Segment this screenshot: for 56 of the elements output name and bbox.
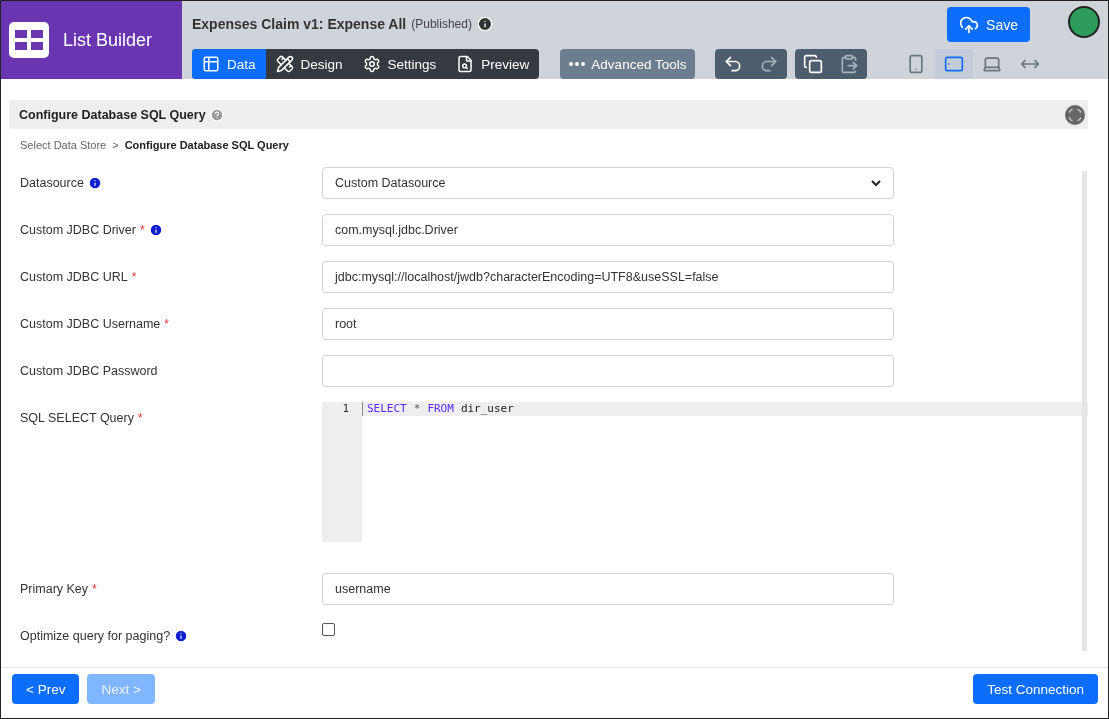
info-icon bbox=[148, 223, 163, 237]
status-label: (Published) bbox=[411, 17, 472, 31]
tab[interactable]: Preview bbox=[446, 49, 540, 79]
tab[interactable]: Settings bbox=[352, 49, 447, 79]
table-icon bbox=[202, 55, 220, 73]
field-label: Custom JDBC Driver bbox=[20, 223, 136, 237]
field-label: SQL SELECT Query bbox=[20, 411, 134, 425]
field-label: Custom JDBC Password bbox=[20, 364, 158, 378]
field-label: Datasource bbox=[20, 176, 84, 190]
code-editor[interactable]: 1 SELECT * FROM dir_user bbox=[322, 402, 1088, 542]
tab[interactable]: Design bbox=[265, 49, 353, 79]
field-label: Custom JDBC Username bbox=[20, 317, 161, 331]
test-connection-button[interactable]: Test Connection bbox=[973, 674, 1098, 704]
advanced-tools-button[interactable]: Advanced Tools bbox=[560, 49, 696, 79]
required-mark: * bbox=[140, 223, 145, 237]
page-title: Expenses Claim v1: Expense All bbox=[192, 16, 407, 32]
document-search-icon bbox=[456, 55, 475, 73]
input-field[interactable]: root bbox=[322, 308, 894, 340]
required-mark: * bbox=[164, 317, 169, 331]
required-mark: * bbox=[92, 582, 97, 596]
prev-button[interactable]: < Prev bbox=[12, 674, 80, 704]
fullscreen-icon[interactable] bbox=[1065, 104, 1085, 125]
breadcrumb-separator: > bbox=[112, 139, 119, 151]
tablet-view-icon[interactable] bbox=[935, 49, 974, 79]
required-mark: * bbox=[137, 411, 143, 425]
line-number: 1 bbox=[342, 402, 349, 416]
avatar[interactable] bbox=[1068, 6, 1100, 38]
info-icon bbox=[87, 176, 102, 190]
gear-icon bbox=[362, 55, 381, 73]
required-mark: * bbox=[131, 270, 137, 284]
field-label: Primary Key bbox=[20, 582, 89, 596]
tab[interactable]: Data bbox=[192, 49, 266, 79]
tab-label: Data bbox=[227, 56, 256, 72]
grid-logo-icon bbox=[9, 22, 49, 58]
datasource-select[interactable]: Custom Datasource bbox=[322, 167, 894, 199]
input-field[interactable]: com.mysql.jdbc.Driver bbox=[322, 214, 894, 246]
field-label: Custom JDBC URL bbox=[20, 270, 128, 284]
section-title: Configure Database SQL Query bbox=[19, 107, 206, 122]
info-icon bbox=[174, 629, 189, 643]
input-field[interactable]: jdbc:mysql://localhost/jwdb?characterEncoding=UTF8&useSSL=false bbox=[322, 261, 894, 293]
help-icon bbox=[209, 107, 224, 122]
field-label: Optimize query for paging? bbox=[20, 629, 171, 643]
breadcrumb-item[interactable]: Select Data Store bbox=[20, 139, 107, 151]
dots-icon bbox=[569, 62, 586, 66]
input-field[interactable]: username bbox=[322, 573, 894, 605]
app-title: List Builder bbox=[63, 29, 153, 51]
tab-label: Design bbox=[300, 56, 343, 72]
tab-label: Settings bbox=[387, 56, 437, 72]
save-button[interactable]: Save bbox=[947, 7, 1030, 42]
cloud-upload-icon bbox=[959, 14, 980, 35]
info-icon bbox=[476, 16, 493, 32]
pencil-ruler-icon bbox=[275, 55, 294, 73]
tab-label: Preview bbox=[481, 56, 530, 72]
breadcrumb-item: Configure Database SQL Query bbox=[124, 139, 289, 151]
checkbox[interactable] bbox=[322, 623, 335, 636]
chevron-down-icon bbox=[871, 178, 881, 188]
